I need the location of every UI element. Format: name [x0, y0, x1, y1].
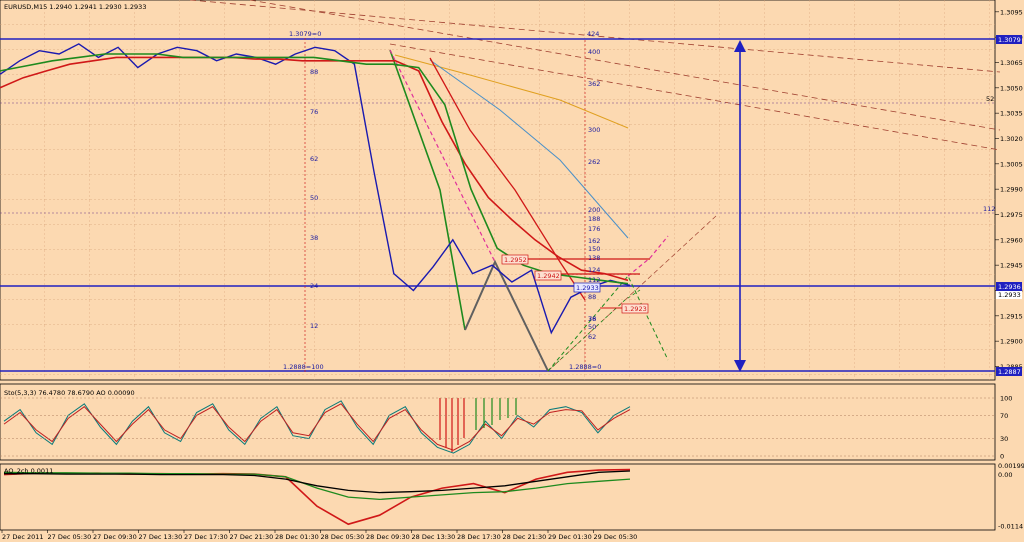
price-tick-label: 1.3035 [1000, 110, 1023, 118]
fibo-right-level: 262 [588, 158, 600, 166]
fibo-right-level: 124 [588, 266, 600, 274]
fibo-right-level: 400 [588, 48, 600, 56]
stochastic-tick-label: 30 [1000, 435, 1008, 443]
time-tick-label: 28 Dec 13:30 [412, 533, 456, 541]
fibo-left-level: 76 [310, 108, 318, 116]
fibo-left-level: 88 [310, 68, 318, 76]
time-tick-label: 27 Dec 13:30 [139, 533, 183, 541]
side-label-52: 52 [986, 95, 994, 103]
ao-tick-label: 0.00199 [998, 462, 1024, 470]
price-badge-bid: 1.2933 [996, 291, 1022, 299]
fibo-left-level: 12 [310, 322, 318, 330]
price-tag-2[interactable]: 1.2942 [534, 270, 562, 281]
fibo-right-level: 88 [588, 293, 596, 301]
svg-text:1.3079: 1.3079 [998, 36, 1021, 44]
svg-text:1.2936: 1.2936 [998, 283, 1021, 291]
fibo-left-level: 50 [310, 194, 318, 202]
fibo-right-level: 62 [588, 333, 596, 341]
stochastic-tick-label: 100 [1000, 395, 1012, 403]
time-tick-label: 29 Dec 01:30 [548, 533, 592, 541]
price-tag-2-text: 1.2942 [537, 272, 560, 280]
price-tick-label: 1.3050 [1000, 84, 1023, 92]
fibo-right-level: 362 [588, 80, 600, 88]
stochastic-title: Sto(5,3,3) 76.4780 78.6790 AO 0.00090 [4, 389, 135, 397]
time-tick-label: 28 Dec 09:30 [366, 533, 410, 541]
fibo-right-level: 162 [588, 237, 600, 245]
price-badge-bottom: 1.2887 [996, 367, 1022, 376]
svg-text:1.2933: 1.2933 [998, 291, 1021, 299]
ao-title: AO_2ch 0.0011 [4, 467, 53, 475]
time-tick-label: 27 Dec 05:30 [48, 533, 92, 541]
price-tick-label: 1.3095 [1000, 8, 1023, 16]
fibo-right-level: 300 [588, 126, 600, 134]
ao-tick-label: -0.0114 [998, 523, 1023, 531]
fibo-right-level: 200 [588, 206, 600, 214]
price-tick-label: 1.2915 [1000, 312, 1023, 320]
time-tick-label: 28 Dec 01:30 [275, 533, 319, 541]
price-tick-label: 1.3065 [1000, 59, 1023, 67]
price-tick-label: 1.2945 [1000, 262, 1023, 270]
price-tick-label: 1.2975 [1000, 211, 1023, 219]
time-tick-label: 28 Dec 21:30 [503, 533, 547, 541]
fibo-left-level: 24 [310, 282, 318, 290]
fibo-right-level: 176 [588, 225, 600, 233]
time-axis: 27 Dec 2011 27 Dec 05:30 27 Dec 09:30 27 De… [1, 530, 638, 541]
stochastic-tick-label: 70 [1000, 412, 1008, 420]
price-tag-3[interactable]: 1.2923 [621, 303, 649, 314]
side-label-112: 112 [983, 205, 995, 213]
fibo-right-bottom: 1.2888=0 [569, 363, 601, 371]
price-badge-mid: 1.2936 [996, 282, 1022, 291]
price-tick-label: 1.3005 [1000, 160, 1023, 168]
time-tick-label: 27 Dec 17:30 [184, 533, 228, 541]
main-title: EURUSD,M15 1.2940 1.2941 1.2930 1.2933 [4, 3, 146, 11]
fibo-left-level: 62 [310, 155, 318, 163]
time-tick-label: 27 Dec 2011 [2, 533, 44, 541]
price-tag-1-text: 1.2952 [504, 256, 527, 264]
fibo-left-level: 38 [310, 234, 318, 242]
stochastic-tick-label: 0 [1000, 453, 1004, 461]
time-tick-label: 27 Dec 09:30 [93, 533, 137, 541]
price-tick-label: 1.2990 [1000, 186, 1023, 194]
time-tick-label: 29 Dec 05:30 [594, 533, 638, 541]
fibo-right-level: 150 [588, 245, 600, 253]
ao-tick-label: 0.00 [998, 471, 1012, 479]
price-tick-label: 1.2900 [1000, 338, 1023, 346]
fibo-right-level: 138 [588, 254, 600, 262]
price-tick-label: 1.2960 [1000, 236, 1023, 244]
price-badge-top: 1.3079 [996, 35, 1022, 44]
price-tick-label: 1.3020 [1000, 135, 1023, 143]
price-tag-1[interactable]: 1.2952 [501, 254, 529, 265]
fibo-right-level: 50 [588, 323, 596, 331]
fibo-right-top: 424 [587, 30, 599, 38]
time-tick-label: 28 Dec 17:30 [457, 533, 501, 541]
chart-canvas[interactable]: EURUSD,M15 1.2940 1.2941 1.2930 1.2933 S… [0, 0, 1024, 542]
fibo-left-top: 1.3079=0 [289, 30, 321, 38]
fibo-right-level: 38 [588, 315, 596, 323]
svg-text:1.2887: 1.2887 [998, 368, 1021, 376]
time-tick-label: 28 Dec 05:30 [321, 533, 365, 541]
fibo-right-level: 188 [588, 215, 600, 223]
stochastic-panel[interactable] [0, 383, 996, 461]
price-axis: 1.30951.30801.30651.30501.30351.30201.30… [995, 8, 1023, 371]
price-tag-4[interactable]: 1.2933 [573, 282, 601, 293]
ao-axis: 0.001990.00 -0.0114 [998, 462, 1024, 530]
price-tag-4-text: 1.2933 [576, 284, 599, 292]
fibo-left-bottom: 1.2888=100 [283, 363, 324, 371]
chart-window[interactable]: EURUSD,M15 1.2940 1.2941 1.2930 1.2933 S… [0, 0, 1024, 542]
price-tag-3-text: 1.2923 [624, 305, 647, 313]
time-tick-label: 27 Dec 21:30 [230, 533, 274, 541]
